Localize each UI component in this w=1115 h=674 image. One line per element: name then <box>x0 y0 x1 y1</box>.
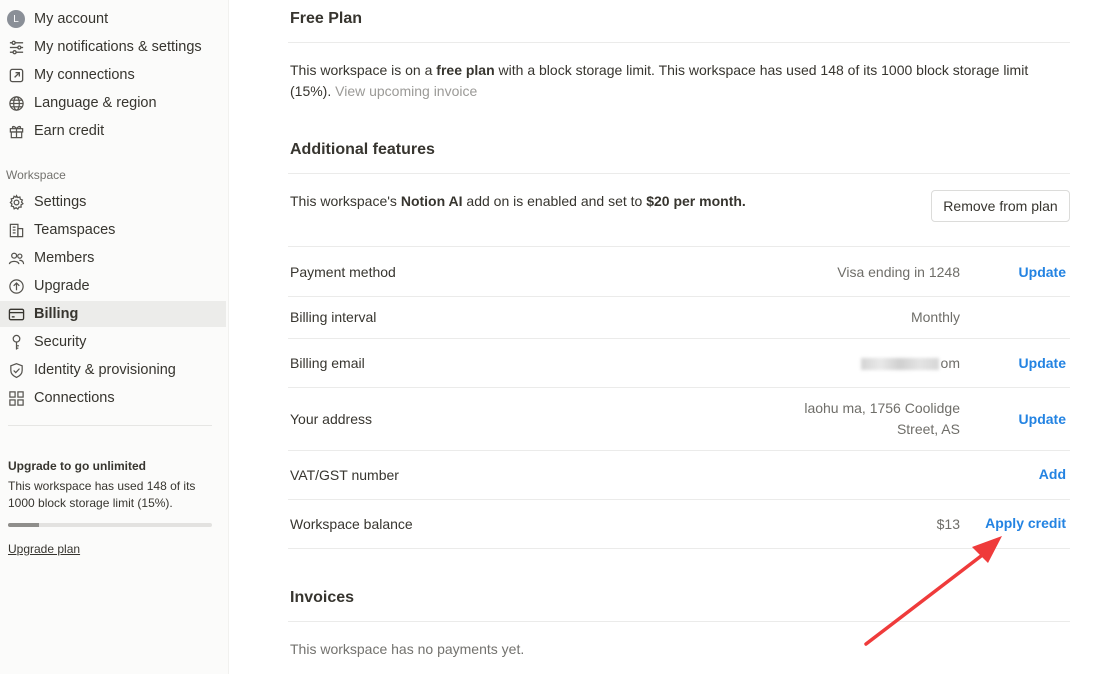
row-label: Billing interval <box>290 309 377 325</box>
sidebar-item-billing[interactable]: Billing <box>0 301 226 327</box>
vat-row: VAT/GST number Add <box>290 466 1070 487</box>
features-text: add on is enabled and set to <box>462 193 647 209</box>
sidebar-item-connections[interactable]: Connections <box>0 385 226 411</box>
remove-from-plan-button[interactable]: Remove from plan <box>931 190 1070 222</box>
divider <box>288 548 1070 549</box>
sidebar-item-notifications[interactable]: My notifications & settings <box>0 34 226 60</box>
storage-progress-bar <box>8 523 212 527</box>
add-vat-button[interactable]: Add <box>1039 466 1066 482</box>
gear-icon <box>6 192 26 212</box>
divider <box>288 387 1070 388</box>
workspace-section-label: Workspace <box>6 168 66 182</box>
sidebar-item-members[interactable]: Members <box>0 245 226 271</box>
sidebar-item-label: Upgrade <box>34 278 90 294</box>
divider <box>288 338 1070 339</box>
row-value: Visa ending in 1248 <box>837 264 960 280</box>
address-line-2: Street, AS <box>896 421 960 437</box>
arrow-up-circle-icon <box>6 276 26 296</box>
building-icon <box>6 220 26 240</box>
upsell-description: This workspace has used 148 of its 1000 … <box>8 479 196 510</box>
plan-text-bold: free plan <box>436 62 495 78</box>
row-label: Your address <box>290 411 372 427</box>
workspace-balance-row: Workspace balance $13 Apply credit <box>290 515 1070 536</box>
grid-icon <box>6 388 26 408</box>
features-title: Additional features <box>290 141 435 158</box>
sidebar-item-label: Billing <box>34 306 79 322</box>
apply-credit-button[interactable]: Apply credit <box>985 515 1066 531</box>
billing-email-row: Billing email om Update <box>290 355 1070 375</box>
sidebar-item-earn-credit[interactable]: Earn credit <box>0 118 226 144</box>
payment-method-row: Payment method Visa ending in 1248 Updat… <box>290 264 1070 284</box>
sidebar-item-language[interactable]: Language & region <box>0 90 226 116</box>
row-value: Monthly <box>910 309 960 325</box>
sidebar-item-my-account[interactable]: L My account <box>0 6 226 32</box>
globe-icon <box>6 93 26 113</box>
sidebar-item-settings[interactable]: Settings <box>0 189 226 215</box>
avatar-icon: L <box>6 9 26 29</box>
sidebar-item-label: Connections <box>34 390 115 406</box>
external-link-icon <box>6 65 26 85</box>
invoices-empty-text: This workspace has no payments yet. <box>290 641 525 657</box>
sidebar-item-label: Security <box>34 334 87 350</box>
plan-title: Free Plan <box>290 10 363 27</box>
sidebar-item-label: Settings <box>34 194 87 210</box>
sidebar-item-label: Members <box>34 250 95 266</box>
key-icon <box>6 332 26 352</box>
billing-main: Free Plan This workspace is on a free pl… <box>288 0 1070 674</box>
divider <box>288 173 1070 174</box>
sidebar-item-label: Earn credit <box>34 123 105 139</box>
features-text-bold: Notion AI <box>400 193 463 209</box>
sidebar-item-label: Identity & provisioning <box>34 362 176 378</box>
features-text-bold: $20 per month. <box>646 193 746 209</box>
view-upcoming-invoice-link[interactable]: View upcoming invoice <box>335 83 477 99</box>
sidebar-item-label: My connections <box>34 67 135 83</box>
sidebar-item-security[interactable]: Security <box>0 329 226 355</box>
avatar: L <box>7 10 25 28</box>
row-label: Billing email <box>290 355 365 371</box>
features-text: This workspace's <box>290 193 401 209</box>
update-payment-method-button[interactable]: Update <box>1019 264 1066 280</box>
sidebar-item-label: Language & region <box>34 95 157 111</box>
features-description: This workspace's Notion AI add on is ena… <box>290 191 910 212</box>
row-label: VAT/GST number <box>290 467 399 483</box>
invoices-title: Invoices <box>290 589 355 606</box>
shield-check-icon <box>6 360 26 380</box>
sidebar-divider <box>8 425 212 426</box>
divider <box>288 621 1070 622</box>
email-suffix: om <box>940 355 960 371</box>
storage-progress-fill <box>8 523 39 527</box>
sidebar-item-upgrade[interactable]: Upgrade <box>0 273 226 299</box>
address-line-1: laohu ma, 1756 Coolidge <box>804 400 960 416</box>
plan-text: This workspace is on a <box>290 62 437 78</box>
sidebar-item-label: My notifications & settings <box>34 39 202 55</box>
row-label: Workspace balance <box>290 516 413 532</box>
redacted-email <box>860 358 939 371</box>
credit-card-icon <box>6 304 26 324</box>
row-value: laohu ma, 1756 Coolidge Street, AS <box>804 398 960 440</box>
upsell-title: Upgrade to go unlimited <box>8 459 146 473</box>
divider <box>288 296 1070 297</box>
divider <box>288 246 1070 247</box>
sidebar-item-teamspaces[interactable]: Teamspaces <box>0 217 226 243</box>
sidebar-item-identity[interactable]: Identity & provisioning <box>0 357 226 383</box>
row-value: $13 <box>936 516 960 532</box>
divider <box>288 450 1070 451</box>
address-row: Your address laohu ma, 1756 Coolidge Str… <box>290 398 1070 442</box>
update-address-button[interactable]: Update <box>1019 411 1066 427</box>
settings-sidebar: L My account My notifications & settings… <box>0 0 229 674</box>
sliders-icon <box>6 37 26 57</box>
upgrade-plan-link[interactable]: Upgrade plan <box>8 542 80 556</box>
billing-interval-row: Billing interval Monthly <box>290 309 1070 329</box>
sidebar-item-label: My account <box>34 11 109 27</box>
update-billing-email-button[interactable]: Update <box>1019 355 1066 371</box>
people-icon <box>6 248 26 268</box>
sidebar-item-connections-personal[interactable]: My connections <box>0 62 226 88</box>
row-value: om <box>860 353 960 374</box>
gift-icon <box>6 121 26 141</box>
row-label: Payment method <box>290 264 396 280</box>
divider <box>288 499 1070 500</box>
sidebar-item-label: Teamspaces <box>34 222 116 238</box>
plan-description: This workspace is on a free plan with a … <box>290 60 1050 102</box>
divider <box>288 42 1070 43</box>
